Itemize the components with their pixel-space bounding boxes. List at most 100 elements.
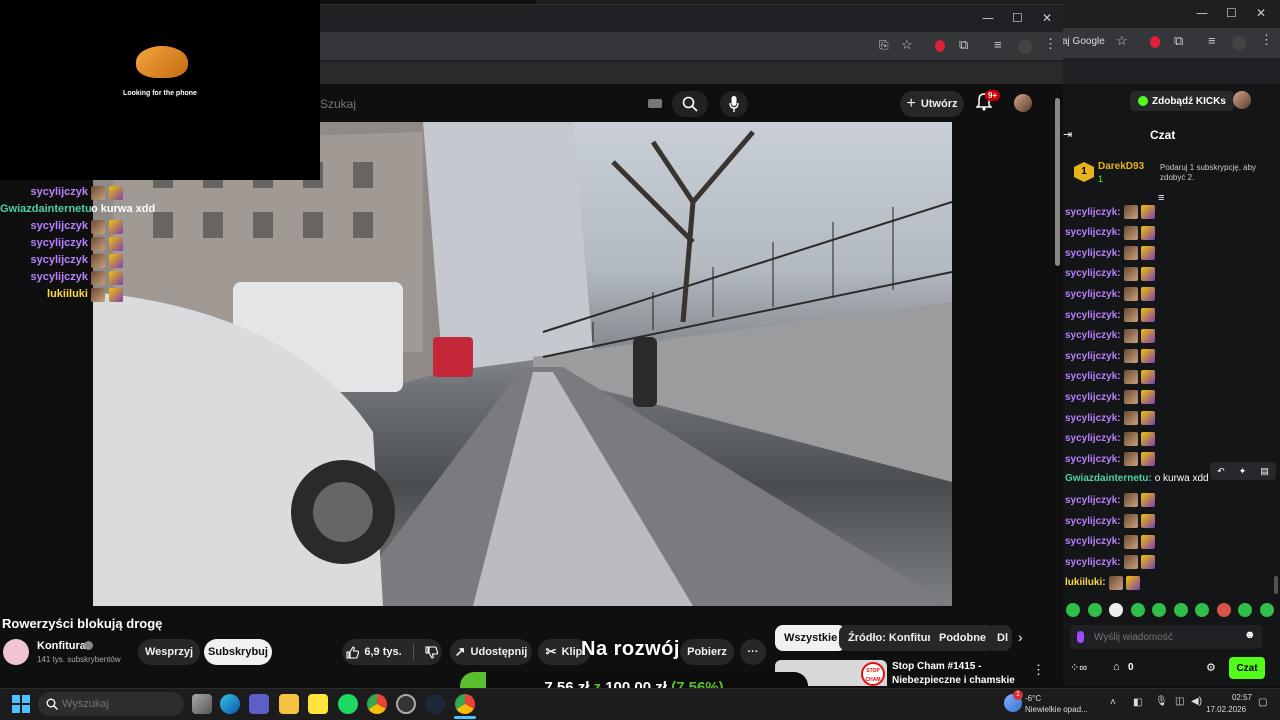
- filter-icon[interactable]: ≡: [1158, 192, 1164, 204]
- download-button[interactable]: Pobierz: [680, 639, 734, 665]
- emote-picker-icon[interactable]: [1238, 603, 1253, 617]
- kick-chat-username[interactable]: sycylijczyk:: [1065, 289, 1121, 300]
- teams-icon[interactable]: [249, 694, 269, 714]
- left-chat-username[interactable]: Gwiazdainternetu: [0, 203, 92, 215]
- profile-icon[interactable]: [1232, 36, 1246, 50]
- chrome-active-icon[interactable]: [455, 694, 475, 714]
- support-button[interactable]: Wesprzyj: [138, 639, 200, 665]
- chat-message-input[interactable]: [1094, 629, 1234, 645]
- share-button[interactable]: ↗ Udostępnij: [450, 639, 532, 665]
- settings-icon[interactable]: ⚙: [1206, 661, 1216, 674]
- channel-name[interactable]: Konfitura: [37, 640, 86, 652]
- send-chat-button[interactable]: Czat: [1229, 657, 1265, 679]
- left-chat-username[interactable]: sycylijczyk: [31, 220, 89, 232]
- kick-chat-username[interactable]: sycylijczyk:: [1065, 248, 1121, 259]
- media-icon[interactable]: ≡: [994, 37, 1002, 52]
- kick-chat-username[interactable]: sycylijczyk:: [1065, 371, 1121, 382]
- kick-chat-username[interactable]: sycylijczyk:: [1065, 392, 1121, 403]
- background-address-bar[interactable]: aj Google ☆ ⧉ ≡ ⋮: [1062, 28, 1280, 58]
- notifications-button[interactable]: 9+: [975, 90, 1001, 116]
- maximize-icon[interactable]: ☐: [1226, 6, 1237, 20]
- create-button[interactable]: + Utwórz: [900, 91, 964, 117]
- microphone-icon[interactable]: [1077, 631, 1084, 643]
- kick-chat-username[interactable]: sycylijczyk:: [1065, 536, 1121, 547]
- left-chat-username[interactable]: lukiiluki: [47, 288, 88, 300]
- channel-avatar[interactable]: [3, 639, 29, 665]
- kick-chat-username[interactable]: sycylijczyk:: [1065, 351, 1121, 362]
- chip-all[interactable]: Wszystkie: [775, 625, 847, 651]
- emote-picker-icon[interactable]: [1216, 603, 1231, 617]
- kick-chat-username[interactable]: sycylijczyk:: [1065, 516, 1121, 527]
- media-icon[interactable]: ≡: [1208, 33, 1216, 48]
- youtube-scrollbar[interactable]: [1055, 98, 1060, 266]
- search-button[interactable]: [672, 91, 708, 117]
- file-explorer-icon[interactable]: [279, 694, 299, 714]
- close-icon[interactable]: ✕: [1042, 11, 1052, 25]
- emote-picker-icon[interactable]: [1195, 603, 1210, 617]
- recommended-title-line2[interactable]: Niebezpieczne i chamskie: [892, 675, 1015, 686]
- emote-picker-icon[interactable]: [1066, 603, 1080, 617]
- kick-chat-username[interactable]: Gwiazdainternetu:: [1065, 473, 1152, 484]
- subscribe-button[interactable]: Subskrybuj: [204, 639, 272, 665]
- chrome-icon[interactable]: [367, 694, 387, 714]
- delete-icon[interactable]: ▤: [1260, 466, 1269, 477]
- volume-icon[interactable]: ◀): [1191, 696, 1202, 707]
- emote-picker-icon[interactable]: [1259, 603, 1274, 617]
- star-icon[interactable]: ☆: [901, 37, 913, 53]
- star-icon[interactable]: ☆: [1116, 33, 1128, 49]
- spotify-icon[interactable]: [338, 694, 358, 714]
- clock-date[interactable]: 17.02.2026: [1206, 705, 1246, 714]
- left-chat-username[interactable]: sycylijczyk: [31, 186, 89, 198]
- minimize-icon[interactable]: —: [982, 11, 994, 25]
- taskbar-search-input[interactable]: [62, 696, 172, 712]
- kick-scrollbar[interactable]: [1274, 576, 1278, 594]
- menu-icon[interactable]: ⋮: [1044, 36, 1057, 52]
- chat-tools-icon[interactable]: ⁘∞: [1070, 661, 1087, 674]
- recommended-menu-icon[interactable]: ⋮: [1032, 662, 1045, 678]
- emote-picker-icon[interactable]: [1130, 603, 1145, 617]
- extension-icon[interactable]: [935, 40, 945, 52]
- clock-time[interactable]: 02:57: [1228, 693, 1252, 702]
- thumbs-down-icon[interactable]: [425, 645, 438, 659]
- profile-icon[interactable]: [1018, 40, 1032, 54]
- recommended-title[interactable]: Stop Cham #1415 -: [892, 661, 981, 672]
- close-icon[interactable]: ✕: [1256, 6, 1266, 20]
- task-view-icon[interactable]: [192, 694, 212, 714]
- sticky-notes-icon[interactable]: [308, 694, 328, 714]
- kick-chat-username[interactable]: sycylijczyk:: [1065, 454, 1121, 465]
- puzzle-icon[interactable]: ⧉: [1174, 33, 1183, 49]
- kick-chat-username[interactable]: sycylijczyk:: [1065, 557, 1121, 568]
- reply-icon[interactable]: ↶: [1217, 466, 1225, 477]
- kick-chat-username[interactable]: sycylijczyk:: [1065, 310, 1121, 321]
- emote-picker-icon[interactable]: [1152, 603, 1167, 617]
- kick-chat-username[interactable]: sycylijczyk:: [1065, 413, 1121, 424]
- kick-chat-username[interactable]: sycylijczyk:: [1065, 330, 1121, 341]
- pin-icon[interactable]: ✦: [1239, 466, 1247, 477]
- kick-chat-username[interactable]: sycylijczyk:: [1065, 495, 1121, 506]
- puzzle-icon[interactable]: ⧉: [959, 37, 968, 53]
- video-player[interactable]: [93, 122, 952, 606]
- search-input[interactable]: [320, 92, 672, 116]
- left-chat-username[interactable]: sycylijczyk: [31, 237, 89, 249]
- minimize-icon[interactable]: —: [1196, 6, 1208, 20]
- extension-icon[interactable]: [1150, 36, 1160, 48]
- kick-chat-username[interactable]: lukiiluki:: [1065, 577, 1106, 588]
- kick-chat-username[interactable]: sycylijczyk:: [1065, 207, 1121, 218]
- address-bar[interactable]: [320, 32, 1063, 60]
- kick-chat-username[interactable]: sycylijczyk:: [1065, 268, 1121, 279]
- left-chat-username[interactable]: sycylijczyk: [31, 271, 89, 283]
- kick-chat-username[interactable]: sycylijczyk:: [1065, 433, 1121, 444]
- obs-icon[interactable]: [396, 694, 416, 714]
- emote-picker-icon[interactable]: [1173, 603, 1188, 617]
- avatar[interactable]: [1014, 94, 1032, 112]
- collapse-chat-icon[interactable]: ⇥: [1063, 128, 1072, 141]
- more-actions-button[interactable]: ···: [740, 639, 766, 665]
- menu-icon[interactable]: ⋮: [1260, 32, 1273, 48]
- chevron-up-icon[interactable]: ˄: [1110, 697, 1116, 708]
- maximize-icon[interactable]: ☐: [1012, 11, 1023, 25]
- like-button[interactable]: 6,9 tys.: [346, 645, 402, 659]
- notification-center-icon[interactable]: ▢: [1258, 697, 1267, 708]
- voice-search-button[interactable]: [720, 91, 748, 117]
- start-button[interactable]: [12, 695, 30, 713]
- chip-more[interactable]: Dl: [988, 625, 1012, 651]
